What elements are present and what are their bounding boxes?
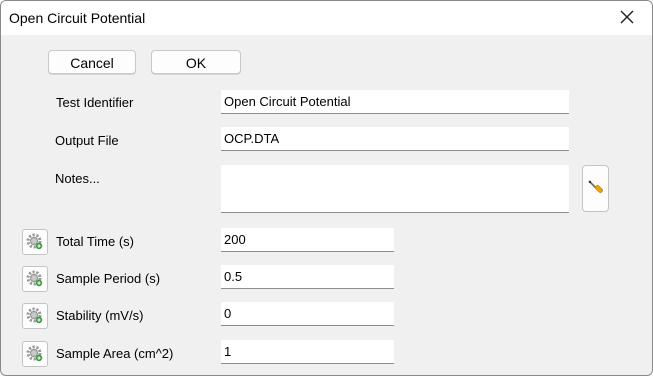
window-title: Open Circuit Potential (9, 10, 146, 26)
sample-area-gear-button[interactable] (22, 341, 48, 367)
sample-period-gear-button[interactable] (22, 266, 48, 292)
gear-icon (26, 307, 43, 324)
notes-label: Notes... (55, 171, 100, 186)
screwdriver-icon (588, 180, 603, 193)
cancel-button[interactable]: Cancel (48, 50, 136, 74)
total-time-label: Total Time (s) (56, 234, 135, 249)
close-button[interactable] (616, 6, 638, 28)
sample-area-label: Sample Area (cm^2) (56, 346, 174, 361)
stability-label: Stability (mV/s) (56, 308, 144, 323)
sample-area-field[interactable] (221, 340, 394, 364)
output-file-label: Output File (55, 133, 119, 148)
close-icon (620, 10, 634, 24)
ocp-dialog: Open Circuit Potential Cancel OK Test Id… (0, 0, 653, 376)
notes-field[interactable] (221, 165, 569, 213)
output-file-field[interactable] (221, 127, 569, 151)
total-time-gear-button[interactable] (22, 229, 48, 255)
stability-field[interactable] (221, 302, 394, 326)
total-time-field[interactable] (221, 228, 394, 252)
notes-edit-button[interactable] (582, 165, 609, 212)
gear-icon (26, 233, 43, 250)
gear-icon (26, 270, 43, 287)
test-identifier-field[interactable] (221, 90, 569, 114)
title-bar: Open Circuit Potential (1, 1, 652, 35)
sample-period-label: Sample Period (s) (56, 271, 161, 286)
gear-icon (26, 345, 43, 362)
test-identifier-label: Test Identifier (56, 95, 134, 110)
ok-button[interactable]: OK (151, 50, 241, 74)
sample-period-field[interactable] (221, 265, 394, 289)
stability-gear-button[interactable] (22, 303, 48, 329)
